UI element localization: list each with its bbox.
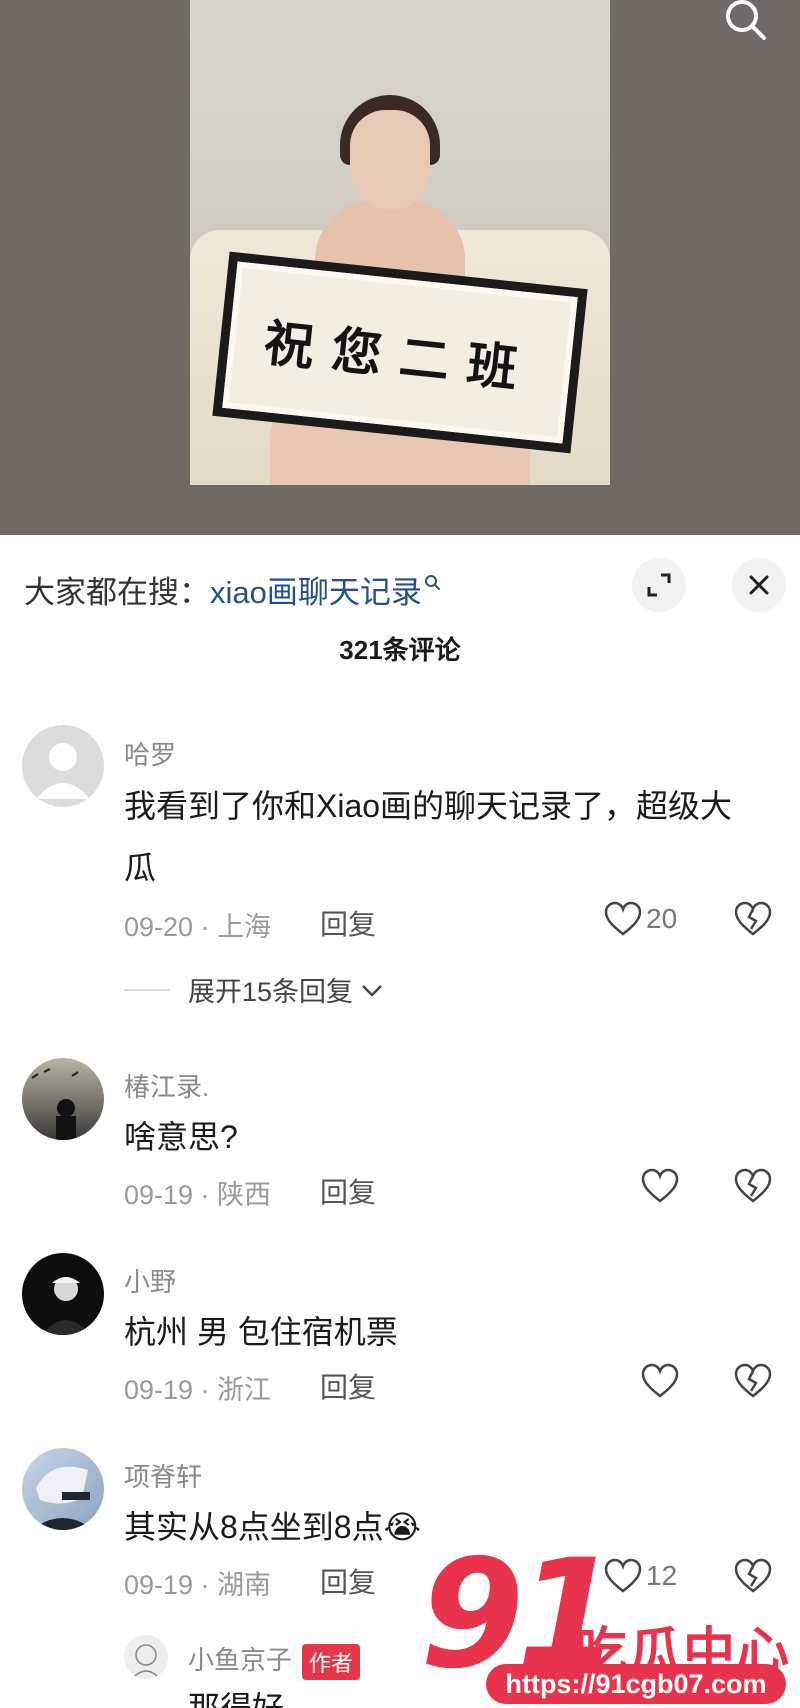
dislike-button[interactable] [734,1168,772,1209]
reply-button[interactable]: 回复 [320,1366,376,1406]
dislike-button[interactable] [734,1558,772,1599]
comments-count: 321条评论 [339,635,461,665]
photo-avatar-icon [31,1068,79,1140]
expand-icon [647,573,671,597]
comment-meta: 09-20 · 上海 [124,912,272,942]
comment-text: 我看到了你和Xiao画的聊天记录了，超级大瓜 [124,788,733,886]
reply-username: 小鱼京子 作者 [188,1640,361,1681]
photo-avatar-icon [42,1277,90,1335]
comment-text: 啥意思? [124,1119,238,1155]
avatar[interactable] [22,1448,104,1530]
comment-text: 杭州 男 包住宿机票 [124,1314,398,1350]
heart-icon [641,1363,679,1398]
watermark-url: https://91cgb07.com [486,1664,786,1704]
trending-search-link[interactable]: xiao画聊天记录 [210,567,422,612]
avatar[interactable] [22,1058,104,1140]
avatar[interactable] [124,1635,168,1679]
author-badge: 作者 [302,1644,361,1681]
small-search-icon [424,575,440,590]
heart-icon [604,901,642,936]
media-viewer[interactable]: 祝您二班 [0,0,800,535]
broken-heart-icon [734,1558,772,1593]
comment-username[interactable]: 哈罗 [124,735,176,772]
heart-icon [641,1168,679,1203]
anime-avatar-icon [32,1466,94,1530]
comment-meta: 09-19 · 陕西 [124,1180,272,1210]
broken-heart-icon [734,901,772,936]
close-icon [749,575,769,595]
like-button[interactable] [641,1363,679,1399]
expand-button[interactable] [632,558,686,612]
reply-button[interactable]: 回复 [320,903,376,943]
search-icon [726,0,766,40]
close-button[interactable] [732,558,786,612]
comments-sheet: 大家都在搜： xiao画聊天记录 321条评论 哈罗 我看到了你和Xiao画的聊… [0,535,800,1708]
dislike-button[interactable] [734,901,772,942]
comment-username[interactable]: 椿江录. [124,1067,209,1104]
divider-line [124,988,170,991]
broken-heart-icon [734,1168,772,1203]
default-avatar-icon [36,743,90,799]
comment-username[interactable]: 项脊轩 [124,1457,202,1494]
reply-button[interactable]: 回复 [320,1171,376,1211]
like-button[interactable]: 12 [604,1558,677,1594]
comment-meta: 09-19 · 湖南 [124,1570,272,1600]
reply-username-text[interactable]: 小鱼京子 [188,1645,292,1675]
figure-head [350,110,430,210]
like-button[interactable] [641,1168,679,1204]
reply-button[interactable]: 回复 [320,1561,376,1601]
broken-heart-icon [734,1363,772,1398]
dislike-button[interactable] [734,1363,772,1404]
like-count: 12 [646,1560,678,1591]
comment-username[interactable]: 小野 [124,1262,176,1299]
chevron-down-icon [362,984,382,997]
expand-replies[interactable]: 展开15条回复 [124,970,385,1009]
avatar[interactable] [22,1253,104,1335]
expand-replies-label: 展开15条回复 [188,977,354,1007]
search-button[interactable] [720,0,772,44]
sketch-avatar-icon [131,1644,161,1679]
like-count: 20 [646,903,678,934]
trending-search-row: 大家都在搜： xiao画聊天记录 [24,567,442,612]
avatar[interactable] [22,725,104,807]
like-button[interactable]: 20 [604,901,677,937]
post-image: 祝您二班 [190,0,610,485]
comment-meta: 09-19 · 浙江 [124,1375,272,1405]
trending-search-label: 大家都在搜： [24,574,210,610]
sign-text: 祝您二班 [261,312,538,400]
